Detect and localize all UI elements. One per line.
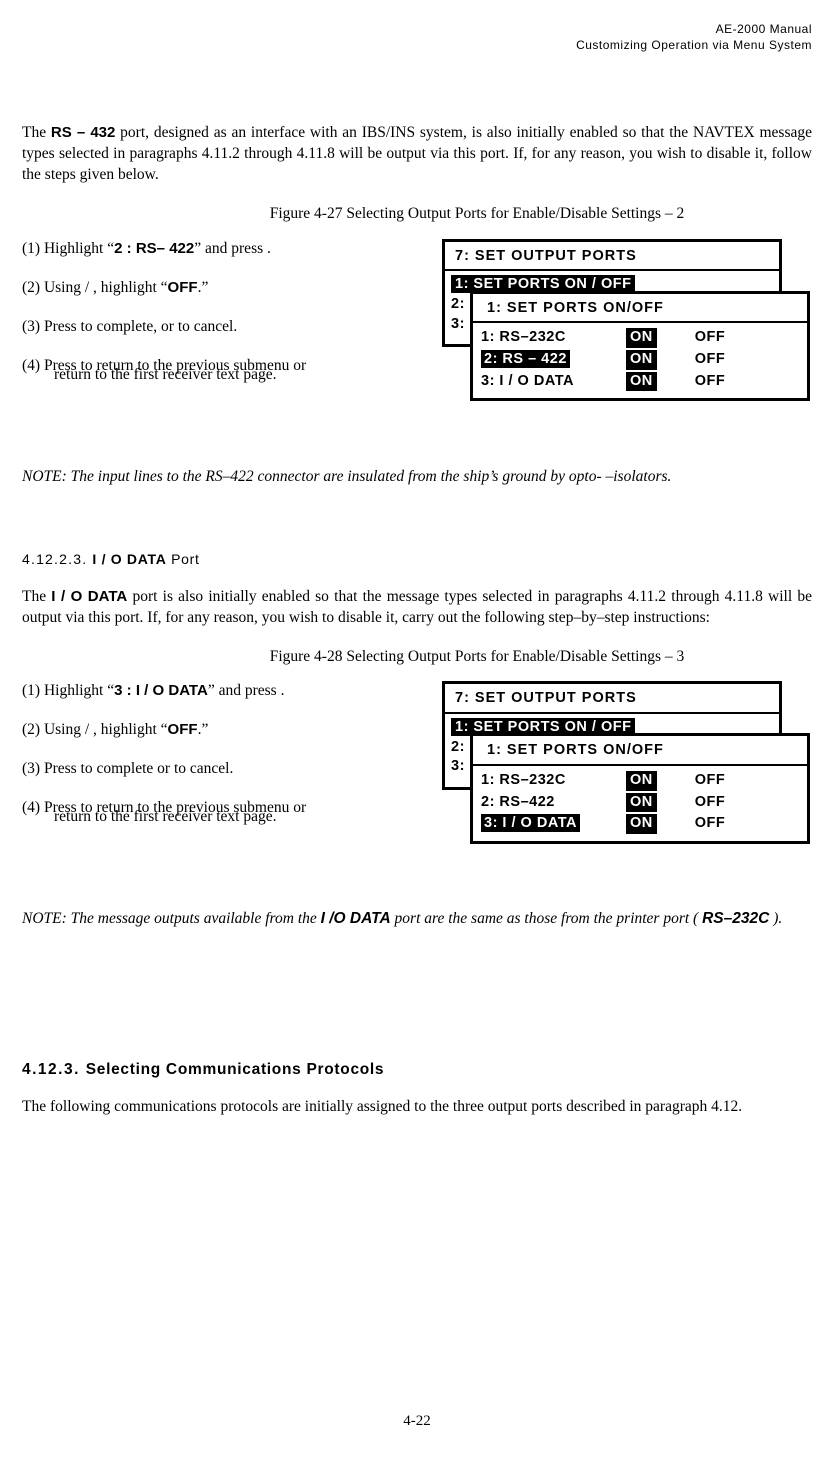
intro-para-2: The I / O DATA port is also initially en…: [22, 587, 812, 629]
hdr-line1: AE-2000 Manual: [716, 22, 812, 36]
figure-caption-28: Figure 4-28 Selecting Output Ports for E…: [142, 647, 812, 668]
page-header: AE-2000 Manual Customizing Operation via…: [22, 22, 812, 53]
page-number: 4-22: [0, 1411, 834, 1431]
intro-para: The RS – 432 port, designed as an interf…: [22, 123, 812, 186]
steps-block-1: (1) Highlight “2 : RS– 422” and press . …: [22, 239, 426, 404]
menu-diagram-1: 7: SET OUTPUT PORTS 1: SET PORTS ON / OF…: [442, 239, 812, 439]
menu-diagram-2: 7: SET OUTPUT PORTS 1: SET PORTS ON / OF…: [442, 681, 812, 881]
menu-box-front: 1: SET PORTS ON/OFF 1: RS–232CONOFF 2: R…: [470, 291, 810, 401]
hdr-line2: Customizing Operation via Menu System: [576, 38, 812, 52]
steps-block-2: (1) Highlight “3 : I / O DATA” and press…: [22, 681, 426, 846]
note-2: NOTE: The message outputs available from…: [22, 909, 812, 930]
note-1: NOTE: The input lines to the RS–422 conn…: [22, 467, 812, 488]
figure-caption-27: Figure 4-27 Selecting Output Ports for E…: [142, 204, 812, 225]
closing-para: The following communications protocols a…: [22, 1097, 812, 1118]
menu-box-front-2: 1: SET PORTS ON/OFF 1: RS–232CONOFF 2: R…: [470, 733, 810, 843]
subsection-heading: 4.12.2.3. I / O DATA Port: [22, 550, 812, 569]
section-4-12-3: 4.12.3. Selecting Communications Protoco…: [22, 1060, 812, 1081]
